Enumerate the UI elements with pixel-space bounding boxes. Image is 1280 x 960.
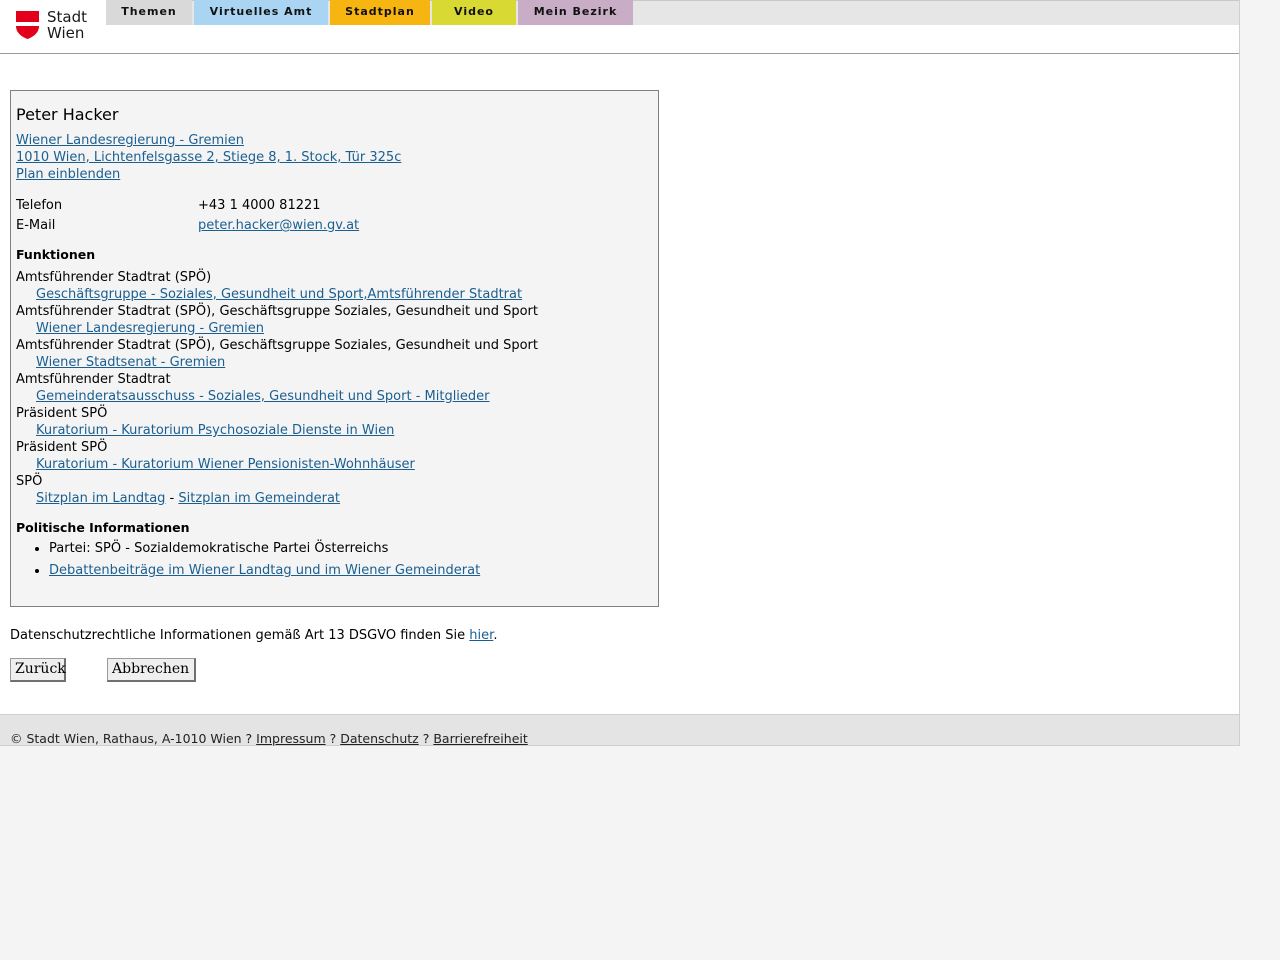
footer-copyright: © Stadt Wien, Rathaus, A-1010 Wien ?: [10, 731, 257, 746]
function-role: Amtsführender Stadtrat (SPÖ): [16, 270, 212, 285]
privacy-end: .: [493, 628, 498, 643]
back-button[interactable]: Zurück: [10, 658, 66, 682]
logo-line-2: Wien: [47, 24, 85, 42]
debate-item: Debattenbeiträge im Wiener Landtag und i…: [49, 560, 480, 582]
nav-tab-virtuelles-amt[interactable]: Virtuelles Amt: [194, 0, 328, 25]
barrierefreiheit-link[interactable]: Barrierefreiheit: [433, 731, 527, 746]
function-role: Präsident SPÖ: [16, 440, 108, 455]
footer-links: © Stadt Wien, Rathaus, A-1010 Wien ? Imp…: [10, 731, 528, 746]
person-detail-box: Peter Hacker Wiener Landesregierung - Gr…: [10, 90, 659, 607]
logo-wordmark: Stadt Wien: [47, 9, 87, 41]
privacy-text: Datenschutzrechtliche Informationen gemä…: [10, 628, 470, 643]
page: Stadt Wien Themen Virtuelles Amt Stadtpl…: [0, 0, 1240, 746]
function-link[interactable]: Wiener Stadtsenat - Gremien: [36, 354, 225, 371]
function-link[interactable]: Kuratorium - Kuratorium Wiener Pensionis…: [36, 456, 415, 473]
nav-tab-mein-bezirk[interactable]: Mein Bezirk: [518, 0, 633, 25]
footer-separator: ?: [418, 731, 434, 746]
seat-plan-separator: -: [165, 491, 179, 506]
party-role: SPÖ: [16, 474, 43, 489]
person-name: Peter Hacker: [16, 105, 119, 124]
party-info-item: Partei: SPÖ - Sozialdemokratische Partei…: [49, 538, 480, 560]
function-link[interactable]: Kuratorium - Kuratorium Psychosoziale Di…: [36, 422, 394, 439]
privacy-here-link[interactable]: hier: [469, 628, 493, 643]
impressum-link[interactable]: Impressum: [256, 731, 325, 746]
address-link[interactable]: 1010 Wien, Lichtenfelsgasse 2, Stiege 8,…: [16, 149, 401, 166]
email-label: E-Mail: [16, 218, 56, 233]
function-role: Amtsführender Stadtrat (SPÖ), Geschäftsg…: [16, 338, 538, 353]
political-info-list: Partei: SPÖ - Sozialdemokratische Partei…: [16, 538, 480, 582]
nav-tab-stadtplan[interactable]: Stadtplan: [330, 0, 430, 25]
function-role: Amtsführender Stadtrat: [16, 372, 171, 387]
function-link[interactable]: Wiener Landesregierung - Gremien: [36, 320, 264, 337]
cancel-button[interactable]: Abbrechen: [107, 658, 196, 682]
privacy-notice: Datenschutzrechtliche Informationen gemä…: [10, 628, 497, 643]
phone-label: Telefon: [16, 198, 63, 213]
party-info-text: Partei: SPÖ - Sozialdemokratische Partei…: [49, 541, 389, 556]
function-role: Amtsführender Stadtrat (SPÖ), Geschäftsg…: [16, 304, 538, 319]
seat-plan-gemeinderat-link[interactable]: Sitzplan im Gemeinderat: [178, 491, 340, 506]
stadt-wien-logo[interactable]: Stadt Wien: [16, 8, 88, 42]
phone-value: +43 1 4000 81221: [198, 198, 321, 213]
logo-line-1: Stadt: [47, 8, 87, 26]
nav-tab-video[interactable]: Video: [432, 0, 516, 25]
show-map-link[interactable]: Plan einblenden: [16, 166, 120, 183]
seat-plan-landtag-link[interactable]: Sitzplan im Landtag: [36, 491, 165, 506]
vienna-shield-icon: [16, 11, 39, 39]
seat-plan-links: Sitzplan im Landtag - Sitzplan im Gemein…: [36, 490, 340, 507]
header: Stadt Wien Themen Virtuelles Amt Stadtpl…: [0, 0, 1239, 54]
political-info-heading: Politische Informationen: [16, 520, 190, 535]
function-role: Präsident SPÖ: [16, 406, 108, 421]
functions-heading: Funktionen: [16, 247, 96, 262]
datenschutz-link[interactable]: Datenschutz: [340, 731, 419, 746]
footer: © Stadt Wien, Rathaus, A-1010 Wien ? Imp…: [0, 714, 1239, 746]
function-link[interactable]: Gemeinderatsausschuss - Soziales, Gesund…: [36, 388, 490, 405]
organisation-link[interactable]: Wiener Landesregierung - Gremien: [16, 132, 244, 149]
footer-separator: ?: [325, 731, 341, 746]
debate-contributions-link[interactable]: Debattenbeiträge im Wiener Landtag und i…: [49, 563, 480, 578]
nav-tab-themen[interactable]: Themen: [106, 0, 192, 25]
function-link[interactable]: Geschäftsgruppe - Soziales, Gesundheit u…: [36, 286, 522, 303]
email-link[interactable]: peter.hacker@wien.gv.at: [198, 217, 359, 234]
